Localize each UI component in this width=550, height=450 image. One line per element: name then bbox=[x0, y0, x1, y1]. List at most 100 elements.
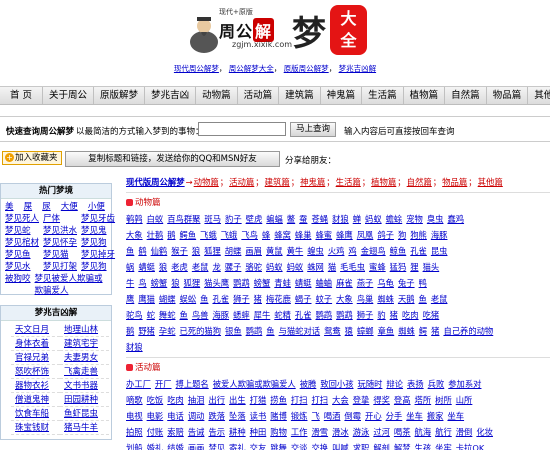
dream-link[interactable]: 鸽子 bbox=[377, 230, 394, 240]
hot-dream-link[interactable]: 大便 bbox=[57, 201, 84, 213]
dream-link[interactable]: 孔雀 bbox=[295, 310, 312, 320]
dream-link[interactable]: 喝茶 bbox=[394, 427, 411, 437]
dream-link[interactable]: 划船 bbox=[126, 443, 143, 450]
hot-dream-link[interactable]: 梦见水 bbox=[1, 261, 39, 273]
omen-link[interactable]: 建筑宅宇 bbox=[60, 338, 109, 351]
dream-link[interactable]: 蛇精 bbox=[274, 310, 291, 320]
dream-link[interactable]: 凤凰 bbox=[357, 230, 374, 240]
dream-link[interactable]: 兵败 bbox=[428, 379, 445, 389]
dream-link[interactable]: 求职 bbox=[353, 443, 370, 450]
category-link[interactable]: 物品篇 bbox=[442, 177, 467, 187]
dream-link[interactable]: 搬家 bbox=[427, 411, 444, 421]
dream-link[interactable]: 舞蛇 bbox=[159, 310, 176, 320]
hot-dream-link[interactable]: 被狗咬 bbox=[1, 273, 31, 297]
dream-link[interactable]: 蜂窝 bbox=[274, 230, 291, 240]
hot-dream-link[interactable]: 尿 bbox=[38, 201, 57, 213]
dream-link[interactable]: 鱼 bbox=[180, 310, 188, 320]
hot-dream-link[interactable]: 梦见棺材 bbox=[1, 237, 39, 249]
dream-link[interactable]: 蝎子 bbox=[295, 294, 312, 304]
hot-dream-link[interactable]: 小便 bbox=[84, 201, 111, 213]
dream-link[interactable]: 蜜蜂 bbox=[369, 262, 386, 272]
omen-link[interactable]: 田园耕种 bbox=[60, 394, 109, 407]
omen-link[interactable]: 器物衣衫 bbox=[11, 380, 60, 393]
dream-link[interactable]: 蛐蛐 bbox=[316, 278, 333, 288]
dream-link[interactable]: 狮子 bbox=[233, 294, 250, 304]
dream-link[interactable]: 过河 bbox=[373, 427, 390, 437]
dream-link[interactable]: 昆虫 bbox=[431, 246, 448, 256]
dream-link[interactable]: 猪 bbox=[390, 310, 398, 320]
nav-about[interactable]: 关于周公 bbox=[43, 87, 95, 104]
dream-link[interactable]: 豺狼 bbox=[332, 214, 349, 224]
hot-dream-link[interactable]: 梦见鱼 bbox=[1, 249, 39, 261]
dream-link[interactable]: 豹 bbox=[377, 310, 385, 320]
omen-link[interactable]: 饮食车船 bbox=[11, 408, 60, 421]
dream-link[interactable]: 蛇 bbox=[147, 310, 155, 320]
hot-dream-link[interactable]: 梦见牙齿 bbox=[77, 213, 115, 225]
dream-link[interactable]: 野猪 bbox=[138, 326, 155, 336]
dream-link[interactable]: 卡拉OK bbox=[456, 443, 485, 450]
omen-link[interactable]: 身体衣着 bbox=[11, 338, 60, 351]
omen-link[interactable]: 天文日月 bbox=[11, 324, 60, 337]
dream-link[interactable]: 银鱼 bbox=[225, 326, 242, 336]
dream-link[interactable]: 鸟兽 bbox=[192, 310, 209, 320]
omen-link[interactable]: 珠宝钱财 bbox=[11, 422, 60, 435]
dream-link[interactable]: 壮鹅 bbox=[147, 230, 164, 240]
dream-link[interactable]: 乌龟 bbox=[377, 278, 394, 288]
dream-link[interactable]: 鳄 bbox=[419, 326, 427, 336]
dream-link[interactable]: 解剖 bbox=[373, 443, 390, 450]
dream-link[interactable]: 宠物 bbox=[406, 214, 423, 224]
dream-link[interactable]: 鲸鱼 bbox=[390, 246, 407, 256]
nav-animal[interactable]: 动物篇 bbox=[196, 87, 238, 104]
dream-link[interactable]: 麻雀 bbox=[336, 278, 353, 288]
dream-link[interactable]: 壁虎 bbox=[246, 214, 263, 224]
dream-link[interactable]: 金翅鸟 bbox=[361, 246, 386, 256]
dream-link[interactable]: 鹅 bbox=[167, 230, 175, 240]
dream-link[interactable]: 白蚁 bbox=[147, 214, 164, 224]
dream-link[interactable]: 天鹅 bbox=[398, 294, 415, 304]
dream-link[interactable]: 大象 bbox=[336, 294, 353, 304]
hot-dream-link[interactable]: 尸体 bbox=[39, 213, 77, 225]
dream-link[interactable]: 臭虫 bbox=[427, 214, 444, 224]
dream-link[interactable]: 蜻蜓 bbox=[138, 262, 155, 272]
dream-link[interactable]: 打扫 bbox=[311, 395, 328, 405]
dream-link[interactable]: 章鱼 bbox=[378, 326, 395, 336]
dream-link[interactable]: 猛犸 bbox=[390, 262, 407, 272]
dream-link[interactable]: 驼鸟 bbox=[126, 310, 143, 320]
omen-link[interactable]: 地理山林 bbox=[60, 324, 109, 337]
dream-link[interactable]: 赌博 bbox=[270, 411, 287, 421]
dream-link[interactable]: 百鸟群聚 bbox=[167, 214, 200, 224]
dream-link[interactable]: 鹦鹉 bbox=[233, 278, 250, 288]
nav-object[interactable]: 物品篇 bbox=[487, 87, 529, 104]
dream-link[interactable]: 蟾蜍 bbox=[386, 214, 403, 224]
dream-link[interactable]: 致回小孩 bbox=[320, 379, 353, 389]
dream-link[interactable]: 坐车 bbox=[406, 411, 423, 421]
dream-link[interactable]: 老鼠 bbox=[192, 262, 209, 272]
dream-link[interactable]: 蚂蚁 bbox=[287, 262, 304, 272]
dream-link[interactable]: 抽泪 bbox=[188, 395, 205, 405]
dream-link[interactable]: 蜂蜜 bbox=[316, 230, 333, 240]
dream-link[interactable]: 玩随时 bbox=[358, 379, 383, 389]
omen-link[interactable]: 文书书器 bbox=[60, 380, 109, 393]
dream-link[interactable]: 锻炼 bbox=[291, 411, 308, 421]
dream-link[interactable]: 蚊子 bbox=[316, 294, 333, 304]
dream-link[interactable]: 坠落 bbox=[229, 411, 246, 421]
hot-dream-link[interactable]: 梦见鬼 bbox=[77, 225, 115, 237]
dream-link[interactable]: 得奖 bbox=[373, 395, 390, 405]
nav-original[interactable]: 原版解梦 bbox=[94, 87, 146, 104]
dream-link[interactable]: 参加系对 bbox=[448, 379, 481, 389]
dream-link[interactable]: 分手 bbox=[386, 411, 403, 421]
dream-link[interactable]: 喝酒 bbox=[324, 411, 341, 421]
dream-link[interactable]: 登高 bbox=[394, 395, 411, 405]
dream-link[interactable]: 捞鱼 bbox=[270, 395, 287, 405]
dream-link[interactable]: 鹌鹑 bbox=[126, 214, 143, 224]
dream-link[interactable]: 拍照 bbox=[126, 427, 143, 437]
dream-link[interactable]: 蜻蜓 bbox=[295, 278, 312, 288]
dream-link[interactable]: 鳖 bbox=[287, 214, 295, 224]
dream-link[interactable]: 画眉 bbox=[245, 246, 262, 256]
dream-link[interactable]: 表扬 bbox=[407, 379, 424, 389]
dream-link[interactable]: 倒霉 bbox=[344, 411, 361, 421]
dream-link[interactable]: 胡蝶 bbox=[225, 246, 242, 256]
dream-link[interactable]: 跌落 bbox=[208, 411, 225, 421]
hot-dream-link[interactable]: 梦见蛇 bbox=[1, 225, 39, 237]
dream-link[interactable]: 塔所 bbox=[415, 395, 432, 405]
